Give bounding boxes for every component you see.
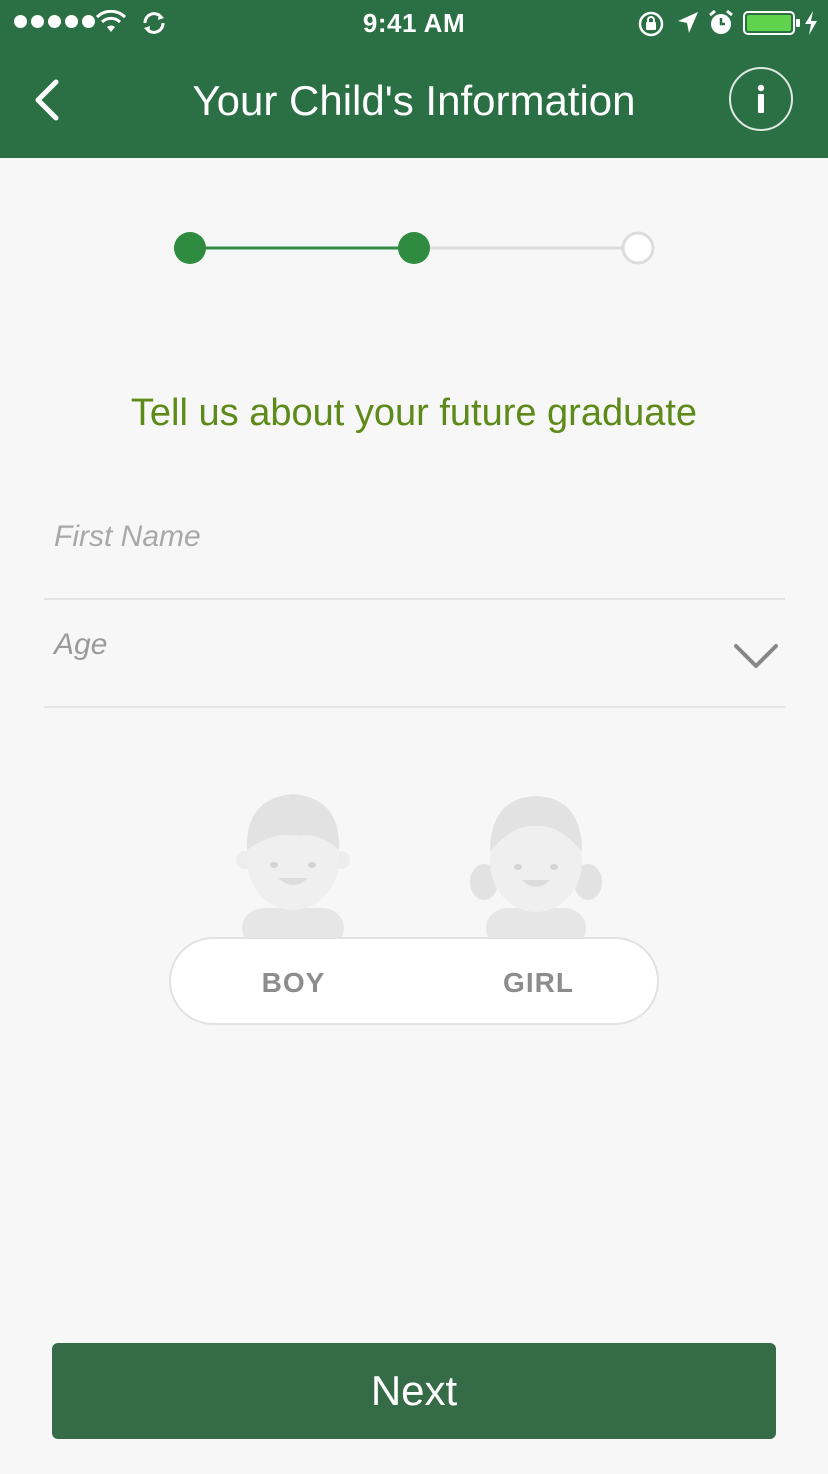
first-name-field [44,520,785,600]
gender-boy-option[interactable]: BOY [171,939,416,1023]
age-field[interactable]: Age [44,628,785,708]
app-bar: 9:41 AM Your Child's Information [0,0,828,158]
gender-toggle: BOY GIRL [169,937,659,1025]
page-title: Your Child's Information [192,77,636,124]
chevron-down-icon[interactable] [733,642,779,672]
step-1-dot [174,232,206,264]
girl-illustration [470,796,602,948]
info-button[interactable] [729,67,793,131]
location-icon [678,12,698,33]
alarm-icon [709,9,733,34]
info-icon [757,84,765,113]
next-button[interactable]: Next [52,1343,776,1439]
step-3-dot [621,231,655,265]
gender-girl-option[interactable]: GIRL [416,939,661,1023]
step-2-dot [398,232,430,264]
status-time: 9:41 AM [362,8,466,38]
battery-icon [743,11,800,35]
form-heading: Tell us about your future graduate [130,392,698,434]
charging-icon [805,11,817,35]
first-name-input[interactable] [44,520,704,554]
age-select[interactable]: Age [44,628,704,662]
kids-illustration [236,794,602,948]
step-progress [174,231,655,265]
boy-illustration [236,794,350,948]
rotation-lock-icon [638,11,664,37]
status-bar: 9:41 AM [0,0,828,46]
